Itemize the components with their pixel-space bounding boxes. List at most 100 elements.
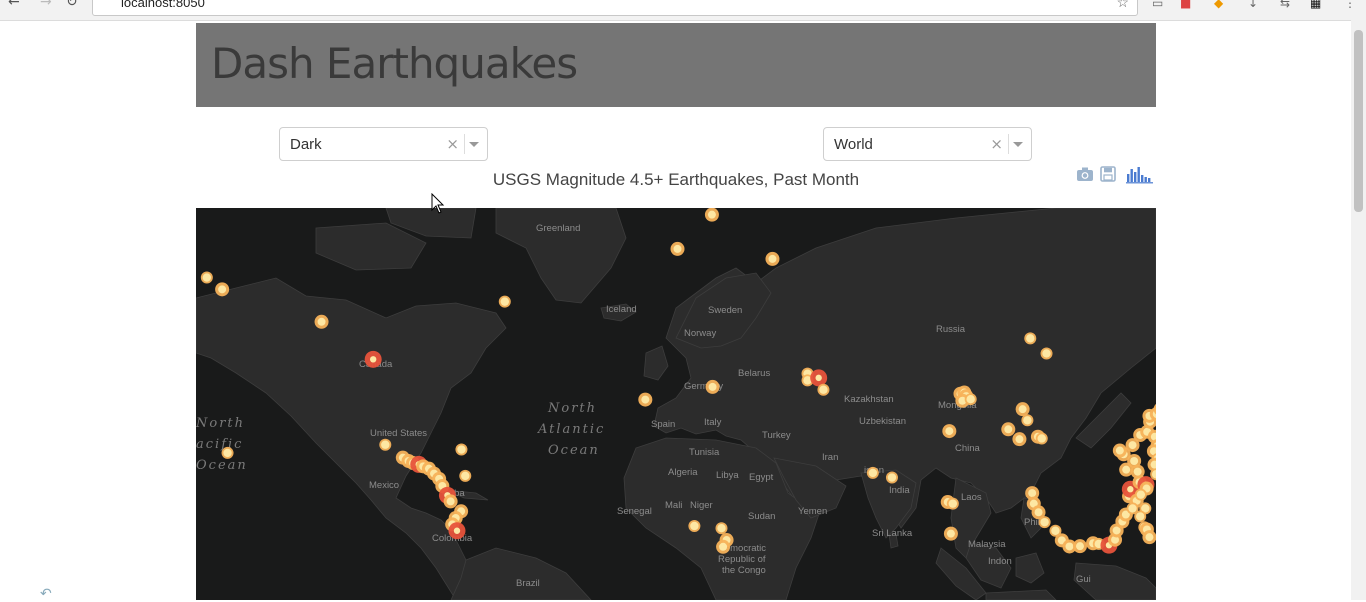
earthquake-marker-core[interactable] [1028, 489, 1037, 498]
earthquake-marker[interactable] [1015, 402, 1030, 417]
extension-badge-icon[interactable]: ■ [1180, 0, 1191, 10]
earthquake-marker-core[interactable] [1115, 446, 1124, 455]
earthquake-marker[interactable] [866, 466, 879, 479]
earthquake-marker[interactable] [498, 295, 511, 308]
earthquake-marker-core[interactable] [966, 394, 975, 404]
earthquake-marker[interactable] [1012, 432, 1027, 447]
earthquake-marker[interactable] [964, 393, 977, 406]
earthquake-marker-core[interactable] [446, 497, 455, 506]
earthquake-marker[interactable] [942, 424, 957, 439]
earthquake-marker[interactable] [638, 392, 653, 407]
earthquake-marker[interactable] [221, 446, 234, 459]
earthquake-marker[interactable] [1134, 488, 1147, 501]
extension-icon[interactable]: ◆ [1214, 0, 1223, 10]
earthquake-marker[interactable] [1021, 414, 1034, 427]
map-canvas[interactable]: Greenland Iceland Sweden Norway Russia C… [196, 208, 1156, 600]
earthquake-marker[interactable] [946, 497, 959, 510]
earthquake-marker[interactable] [1040, 347, 1053, 360]
save-icon[interactable] [1100, 166, 1116, 186]
earthquake-marker-core[interactable] [707, 210, 716, 219]
earthquake-marker-core[interactable] [1136, 512, 1145, 521]
earthquake-marker-core[interactable] [381, 440, 390, 449]
earthquake-marker-core[interactable] [1051, 526, 1060, 535]
earthquake-marker-core[interactable] [1075, 542, 1084, 551]
extension-icon[interactable]: ↓ [1248, 0, 1258, 10]
earthquake-marker-core[interactable] [1128, 441, 1137, 450]
earthquake-marker-core[interactable] [1133, 467, 1142, 476]
earthquake-marker[interactable] [688, 519, 701, 532]
address-bar[interactable]: localhost:8050 ☆ [92, 0, 1138, 16]
extension-icon[interactable]: ⇆ [1280, 0, 1290, 10]
earthquake-marker[interactable] [314, 314, 329, 329]
earthquake-marker[interactable] [765, 251, 780, 266]
earthquake-marker[interactable] [1119, 462, 1134, 477]
earthquake-marker[interactable] [1142, 530, 1156, 545]
earthquake-marker-core[interactable] [1018, 405, 1027, 414]
earthquake-marker-core[interactable] [673, 244, 682, 253]
earthquake-marker-core[interactable] [500, 297, 509, 306]
theme-dropdown[interactable]: Dark × [279, 127, 488, 161]
earthquake-marker-core[interactable] [1127, 486, 1134, 493]
earthquake-marker-core[interactable] [1136, 490, 1146, 499]
earthquake-marker[interactable] [715, 522, 728, 535]
earthquake-marker-core[interactable] [317, 317, 326, 326]
chevron-down-icon[interactable] [469, 142, 479, 147]
plotly-logo-icon[interactable] [1126, 166, 1154, 188]
earthquake-marker-core[interactable] [1023, 416, 1032, 425]
earthquake-marker[interactable] [670, 241, 685, 256]
earthquake-marker-core[interactable] [1004, 425, 1013, 434]
earthquake-marker-core[interactable] [1130, 457, 1139, 466]
earthquake-marker-core[interactable] [948, 499, 958, 508]
earthquake-marker[interactable] [1001, 422, 1016, 437]
earthquake-marker-core[interactable] [1042, 349, 1051, 358]
earthquake-marker-core[interactable] [1037, 434, 1046, 443]
earthquake-marker-core[interactable] [1034, 508, 1043, 517]
earthquake-marker[interactable] [1024, 332, 1037, 345]
earthquake-marker-core[interactable] [1065, 542, 1074, 551]
earthquake-marker-core[interactable] [369, 356, 377, 363]
earthquake-marker[interactable] [704, 208, 719, 222]
earthquake-marker-core[interactable] [887, 473, 897, 482]
earthquake-marker-core[interactable] [453, 527, 461, 534]
earthquake-marker[interactable] [810, 369, 828, 387]
earthquake-marker[interactable] [455, 443, 468, 456]
earthquake-marker[interactable] [379, 438, 392, 451]
earthquake-marker[interactable] [448, 522, 466, 540]
forward-icon[interactable]: → [40, 0, 52, 10]
earthquake-marker[interactable] [1112, 443, 1127, 458]
earthquake-marker[interactable] [943, 526, 958, 541]
earthquake-marker[interactable] [364, 350, 382, 368]
earthquake-marker[interactable] [716, 539, 731, 554]
earthquake-marker[interactable] [215, 282, 230, 297]
earthquake-marker[interactable] [1072, 539, 1087, 554]
earthquake-marker-core[interactable] [868, 468, 878, 478]
earthquake-marker-core[interactable] [768, 254, 777, 263]
earthquake-marker[interactable] [705, 379, 720, 394]
extension-icon[interactable]: ▭ [1152, 0, 1163, 10]
page-scrollbar[interactable] [1351, 20, 1366, 600]
earthquake-marker-core[interactable] [945, 427, 954, 436]
earthquake-marker[interactable] [817, 383, 830, 396]
earthquake-marker-core[interactable] [708, 382, 717, 391]
earthquake-marker-core[interactable] [202, 273, 212, 282]
earthquake-marker[interactable] [443, 494, 458, 509]
earthquake-marker-core[interactable] [815, 374, 822, 382]
earthquake-map[interactable]: Greenland Iceland Sweden Norway Russia C… [196, 208, 1156, 600]
earthquake-marker[interactable] [200, 271, 213, 284]
earthquake-marker-core[interactable] [461, 471, 470, 481]
reload-icon[interactable]: ↻ [66, 0, 78, 10]
earthquake-marker-core[interactable] [946, 529, 955, 538]
chevron-down-icon[interactable] [1013, 142, 1023, 147]
bookmark-star-icon[interactable]: ☆ [1116, 0, 1129, 11]
earthquake-marker-core[interactable] [641, 395, 650, 404]
earthquake-marker-core[interactable] [1026, 334, 1035, 343]
earthquake-marker[interactable] [1134, 510, 1147, 523]
earthquake-marker[interactable] [459, 469, 472, 482]
earthquake-marker-core[interactable] [223, 448, 232, 458]
earthquake-marker-core[interactable] [719, 542, 728, 551]
earthquake-marker[interactable] [1035, 432, 1048, 445]
earthquake-marker-core[interactable] [819, 385, 828, 394]
earthquake-marker-core[interactable] [457, 445, 466, 454]
earthquake-marker-core[interactable] [1122, 465, 1131, 474]
earthquake-marker-core[interactable] [218, 285, 227, 294]
